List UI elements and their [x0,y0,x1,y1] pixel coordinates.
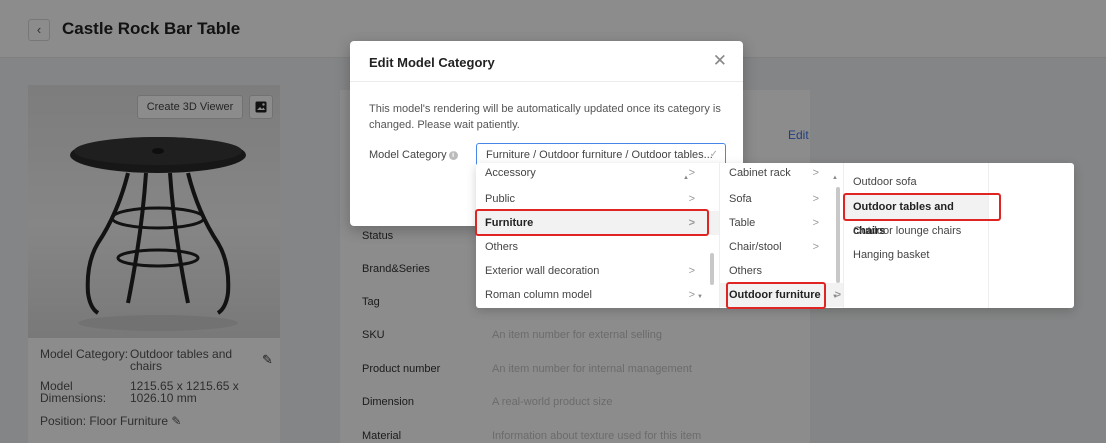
chevron-right-icon: > [812,167,819,179]
cascader-item-cabinet-rack[interactable]: Cabinet rack > [720,163,843,185]
cascader-item-hanging-basket[interactable]: Hanging basket [844,243,988,267]
close-icon[interactable]: ✕ [713,52,727,69]
cascader-item-label: Others [485,241,519,253]
cascader-scrollbar[interactable] [710,253,714,285]
cascader-item-label: Others [729,265,763,277]
model-category-select-value: Furniture / Outdoor furniture / Outdoor … [486,149,713,161]
category-cascader: Accessory > Public > Furniture > Others Ext… [476,163,1074,308]
model-category-field-label: Model Category i [369,149,458,161]
info-icon[interactable]: i [448,150,458,160]
cascader-item-label: Sofa [729,193,752,205]
cascader-item-label: Cabinet rack [729,167,791,179]
cascader-item-chair-stool[interactable]: Chair/stool > [720,235,843,259]
cascader-item-label: Roman column model [485,289,592,301]
scroll-down-arrow-icon[interactable]: ▼ [697,294,703,300]
cascader-item-roman-column-model[interactable]: Roman column model > [476,283,719,307]
cascader-item-outdoor-furniture[interactable]: Outdoor furniture > [720,283,843,307]
chevron-right-icon: > [688,289,695,301]
chevron-right-icon: > [688,217,695,229]
cascader-item-outdoor-lounge-chairs[interactable]: Outdoor lounge chairs [844,219,988,243]
cascader-item-public[interactable]: Public > [476,187,719,211]
cascader-item-label: Accessory [485,167,536,179]
chevron-right-icon: > [812,193,819,205]
chevron-right-icon: > [688,167,695,179]
modal-title: Edit Model Category [369,55,495,70]
scroll-up-arrow-icon[interactable]: ▲ [683,175,689,181]
cascader-item-table[interactable]: Table > [720,211,843,235]
cascader-item-label: Hanging basket [853,249,930,261]
chevron-right-icon: > [812,217,819,229]
cascader-item-others[interactable]: Others [476,235,719,259]
cascader-item-outdoor-tables-and-chairs[interactable]: Outdoor tables and chairs [844,195,988,237]
cascader-item-label: Outdoor furniture [729,289,821,301]
cascader-item-label: Furniture [485,217,534,229]
scroll-down-arrow-icon[interactable]: ▼ [832,294,838,300]
cascader-item-label: Chair/stool [729,241,782,253]
cascader-item-exterior-wall-decoration[interactable]: Exterior wall decoration > [476,259,719,283]
cascader-item-label: Public [485,193,515,205]
cascader-item-label: Outdoor lounge chairs [853,225,962,237]
cascader-item-outdoor-sofa[interactable]: Outdoor sofa [844,170,988,194]
cascader-column-level2[interactable]: Cabinet rack > Sofa > Table > Chair/stool > … [720,163,844,308]
cascader-item-sofa[interactable]: Sofa > [720,187,843,211]
scroll-up-arrow-icon[interactable]: ▲ [832,175,838,181]
cascader-item-accessory[interactable]: Accessory > [476,163,719,185]
cascader-item-label: Exterior wall decoration [485,265,600,277]
cascader-item-others-2[interactable]: Others [720,259,843,283]
chevron-right-icon: > [688,193,695,205]
modal-header: Edit Model Category ✕ [350,41,743,82]
cascader-column-level3[interactable]: Outdoor sofa Outdoor tables and chairs O… [844,163,989,308]
field-label-text: Model Category [369,149,447,161]
cascader-item-label: Table [729,217,756,229]
cascader-item-label: Outdoor sofa [853,176,917,188]
modal-description: This model's rendering will be automatic… [369,103,721,131]
chevron-right-icon: > [688,265,695,277]
cascader-column-level1[interactable]: Accessory > Public > Furniture > Others Ext… [476,163,720,308]
cascader-scrollbar[interactable] [836,187,840,283]
cascader-item-furniture[interactable]: Furniture > [476,211,719,235]
chevron-right-icon: > [812,241,819,253]
